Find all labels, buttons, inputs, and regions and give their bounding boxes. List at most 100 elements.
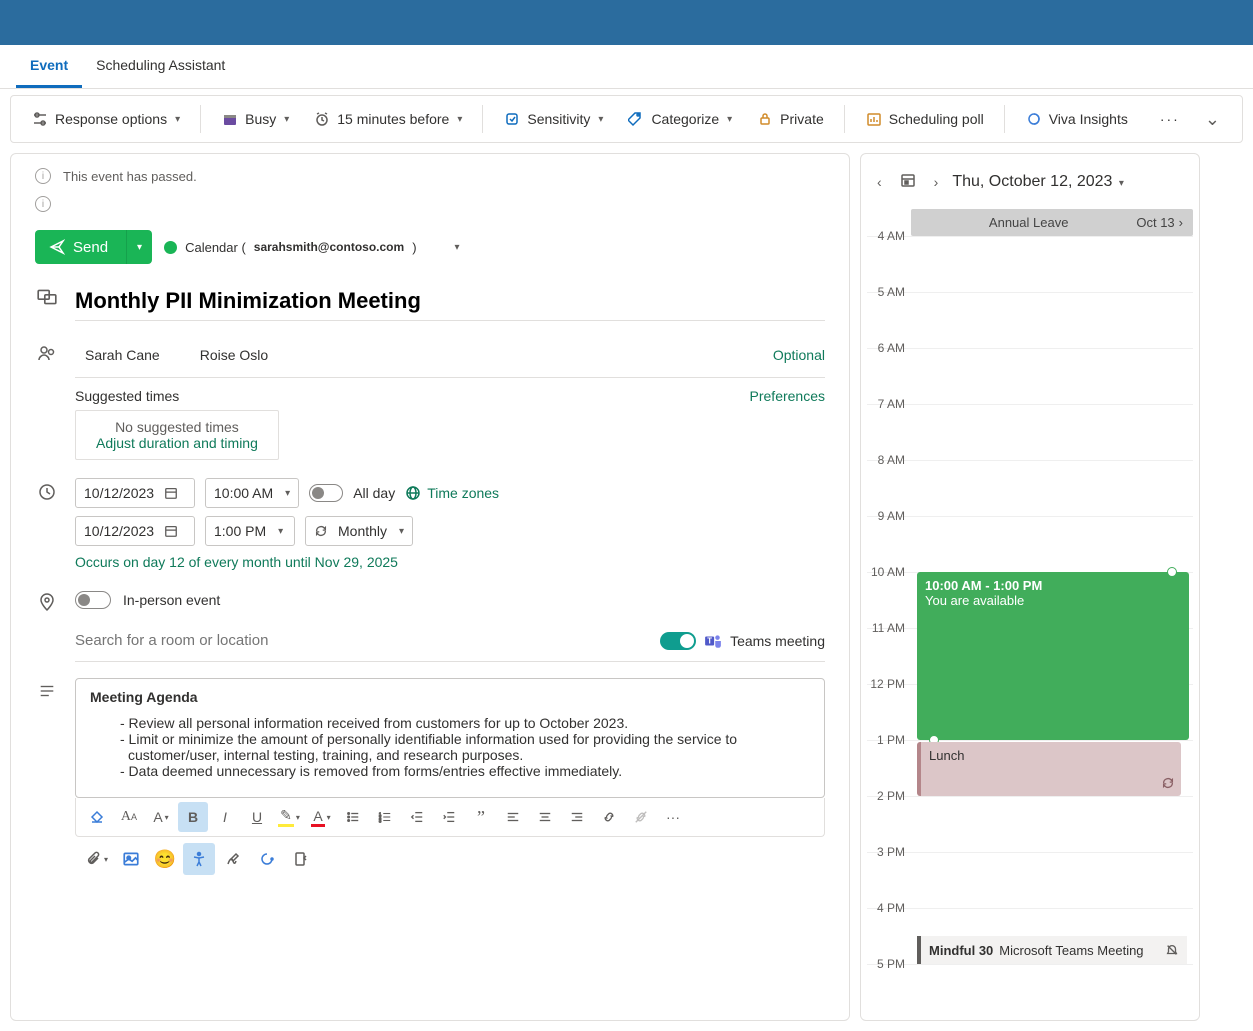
align-center-button[interactable] bbox=[530, 802, 560, 832]
chevron-right-icon: › bbox=[1179, 215, 1183, 230]
chevron-down-icon: ▾ bbox=[1119, 178, 1124, 189]
format-painter-button[interactable] bbox=[82, 802, 112, 832]
adjust-timing-link[interactable]: Adjust duration and timing bbox=[96, 435, 258, 451]
start-time-input[interactable]: 10:00 AM ▾ bbox=[205, 478, 299, 508]
align-right-button[interactable] bbox=[562, 802, 592, 832]
tab-event[interactable]: Event bbox=[16, 45, 82, 88]
location-search-input[interactable] bbox=[75, 626, 660, 655]
lock-icon bbox=[756, 110, 774, 128]
send-split-button[interactable]: ▾ bbox=[126, 230, 152, 264]
emoji-button[interactable]: 😊 bbox=[149, 843, 181, 875]
show-as-button[interactable]: Busy ▾ bbox=[211, 104, 299, 134]
mindful-event-block[interactable]: Mindful 30 Microsoft Teams Meeting bbox=[917, 936, 1187, 964]
timezones-link[interactable]: Time zones bbox=[405, 485, 499, 501]
annual-leave-date: Oct 13 bbox=[1136, 215, 1174, 230]
calendar-date-label[interactable]: Thu, October 12, 2023 ▾ bbox=[952, 173, 1124, 191]
today-button[interactable] bbox=[896, 168, 920, 195]
mindful-subtitle: Microsoft Teams Meeting bbox=[999, 943, 1143, 958]
svg-text:T: T bbox=[707, 636, 712, 645]
attendee-chip[interactable]: Roise Oslo bbox=[190, 343, 278, 367]
insert-picture-button[interactable] bbox=[115, 843, 147, 875]
hour-label: 2 PM bbox=[867, 789, 911, 844]
quote-button[interactable]: ” bbox=[466, 802, 496, 832]
viva-icon bbox=[1025, 110, 1043, 128]
lunch-event-block[interactable]: Lunch bbox=[917, 742, 1181, 796]
tab-scheduling-assistant[interactable]: Scheduling Assistant bbox=[82, 45, 239, 88]
start-date-input[interactable]: 10/12/2023 bbox=[75, 478, 195, 508]
hour-label: 9 AM bbox=[867, 509, 911, 564]
attendees-field[interactable]: Sarah Cane Roise Oslo Optional bbox=[75, 339, 825, 378]
calendar-email: sarahsmith@contoso.com bbox=[254, 240, 404, 254]
tag-icon bbox=[627, 110, 645, 128]
hour-label: 6 AM bbox=[867, 341, 911, 396]
insert-toolbar: ▾ 😊 bbox=[75, 837, 825, 881]
unlink-button[interactable] bbox=[626, 802, 656, 832]
accessibility-button[interactable] bbox=[183, 843, 215, 875]
ellipsis-icon: ··· bbox=[1160, 111, 1180, 127]
all-day-label: All day bbox=[353, 485, 395, 501]
underline-button[interactable]: U bbox=[242, 802, 272, 832]
in-person-label: In-person event bbox=[123, 592, 220, 608]
private-button[interactable]: Private bbox=[746, 104, 834, 134]
next-day-button[interactable]: › bbox=[930, 170, 943, 194]
ribbon-overflow-button[interactable]: ⌄ bbox=[1195, 109, 1232, 130]
decrease-indent-button[interactable] bbox=[402, 802, 432, 832]
more-commands-button[interactable]: ··· bbox=[1150, 105, 1190, 133]
highlight-button[interactable]: ✎▾ bbox=[274, 802, 304, 832]
italic-button[interactable]: I bbox=[210, 802, 240, 832]
recurrence-icon bbox=[314, 524, 328, 538]
end-time-input[interactable]: 1:00 PM ▾ bbox=[205, 516, 295, 546]
hour-label: 12 PM bbox=[867, 677, 911, 732]
signature-button[interactable] bbox=[217, 843, 249, 875]
calendar-selector[interactable]: Calendar ( sarahsmith@contoso.com ) ▾ bbox=[164, 240, 459, 255]
globe-icon bbox=[405, 485, 421, 501]
chevron-down-icon: ▾ bbox=[399, 526, 404, 537]
numbered-list-button[interactable]: 123 bbox=[370, 802, 400, 832]
response-options-label: Response options bbox=[55, 111, 167, 127]
in-person-toggle[interactable] bbox=[75, 591, 111, 609]
alarm-clock-icon bbox=[313, 110, 331, 128]
viva-insights-button[interactable]: Viva Insights bbox=[1015, 104, 1138, 134]
divider bbox=[1004, 105, 1005, 133]
bold-button[interactable]: B bbox=[178, 802, 208, 832]
divider bbox=[200, 105, 201, 133]
current-event-block[interactable]: 10:00 AM - 1:00 PM You are available bbox=[917, 572, 1189, 740]
bullets-button[interactable] bbox=[338, 802, 368, 832]
send-button[interactable]: Send ▾ bbox=[35, 230, 152, 264]
event-passed-banner: i This event has passed. bbox=[35, 162, 825, 190]
font-button[interactable]: AA bbox=[114, 802, 144, 832]
teams-icon: T bbox=[704, 632, 722, 650]
teams-meeting-toggle[interactable] bbox=[660, 632, 696, 650]
increase-indent-button[interactable] bbox=[434, 802, 464, 832]
more-format-button[interactable]: ··· bbox=[658, 802, 688, 832]
title-icon bbox=[35, 282, 59, 308]
reminder-button[interactable]: 15 minutes before ▾ bbox=[303, 104, 472, 134]
categorize-button[interactable]: Categorize ▾ bbox=[617, 104, 742, 134]
loop-button[interactable] bbox=[251, 843, 283, 875]
event-body-editor[interactable]: Meeting Agenda - Review all personal inf… bbox=[75, 678, 825, 798]
response-options-button[interactable]: Response options ▾ bbox=[21, 104, 190, 134]
end-date-input[interactable]: 10/12/2023 bbox=[75, 516, 195, 546]
align-left-button[interactable] bbox=[498, 802, 528, 832]
all-day-toggle[interactable] bbox=[309, 484, 343, 502]
sensitivity-button[interactable]: Sensitivity ▾ bbox=[493, 104, 613, 134]
editor-options-button[interactable] bbox=[285, 843, 317, 875]
clock-icon bbox=[35, 478, 59, 502]
resize-handle-top[interactable] bbox=[1167, 567, 1177, 577]
font-size-button[interactable]: A▾ bbox=[146, 802, 176, 832]
preferences-link[interactable]: Preferences bbox=[750, 388, 825, 404]
description-icon bbox=[35, 678, 59, 700]
busy-icon bbox=[221, 110, 239, 128]
optional-attendees-link[interactable]: Optional bbox=[773, 347, 825, 363]
recurrence-input[interactable]: Monthly ▾ bbox=[305, 516, 413, 546]
attach-button[interactable]: ▾ bbox=[81, 843, 113, 875]
prev-day-button[interactable]: ‹ bbox=[873, 170, 886, 194]
all-day-event-banner[interactable]: Annual Leave Oct 13 › bbox=[911, 209, 1193, 236]
scheduling-poll-button[interactable]: Scheduling poll bbox=[855, 104, 994, 134]
suggested-times-label: Suggested times bbox=[75, 388, 179, 404]
event-title-input[interactable] bbox=[75, 282, 825, 321]
attendee-chip[interactable]: Sarah Cane bbox=[75, 343, 170, 367]
font-color-button[interactable]: A▾ bbox=[306, 802, 336, 832]
link-button[interactable] bbox=[594, 802, 624, 832]
calendar-grid[interactable]: 4 AM 5 AM 6 AM 7 AM 8 AM 9 AM 10 AM 11 A… bbox=[867, 236, 1193, 1020]
